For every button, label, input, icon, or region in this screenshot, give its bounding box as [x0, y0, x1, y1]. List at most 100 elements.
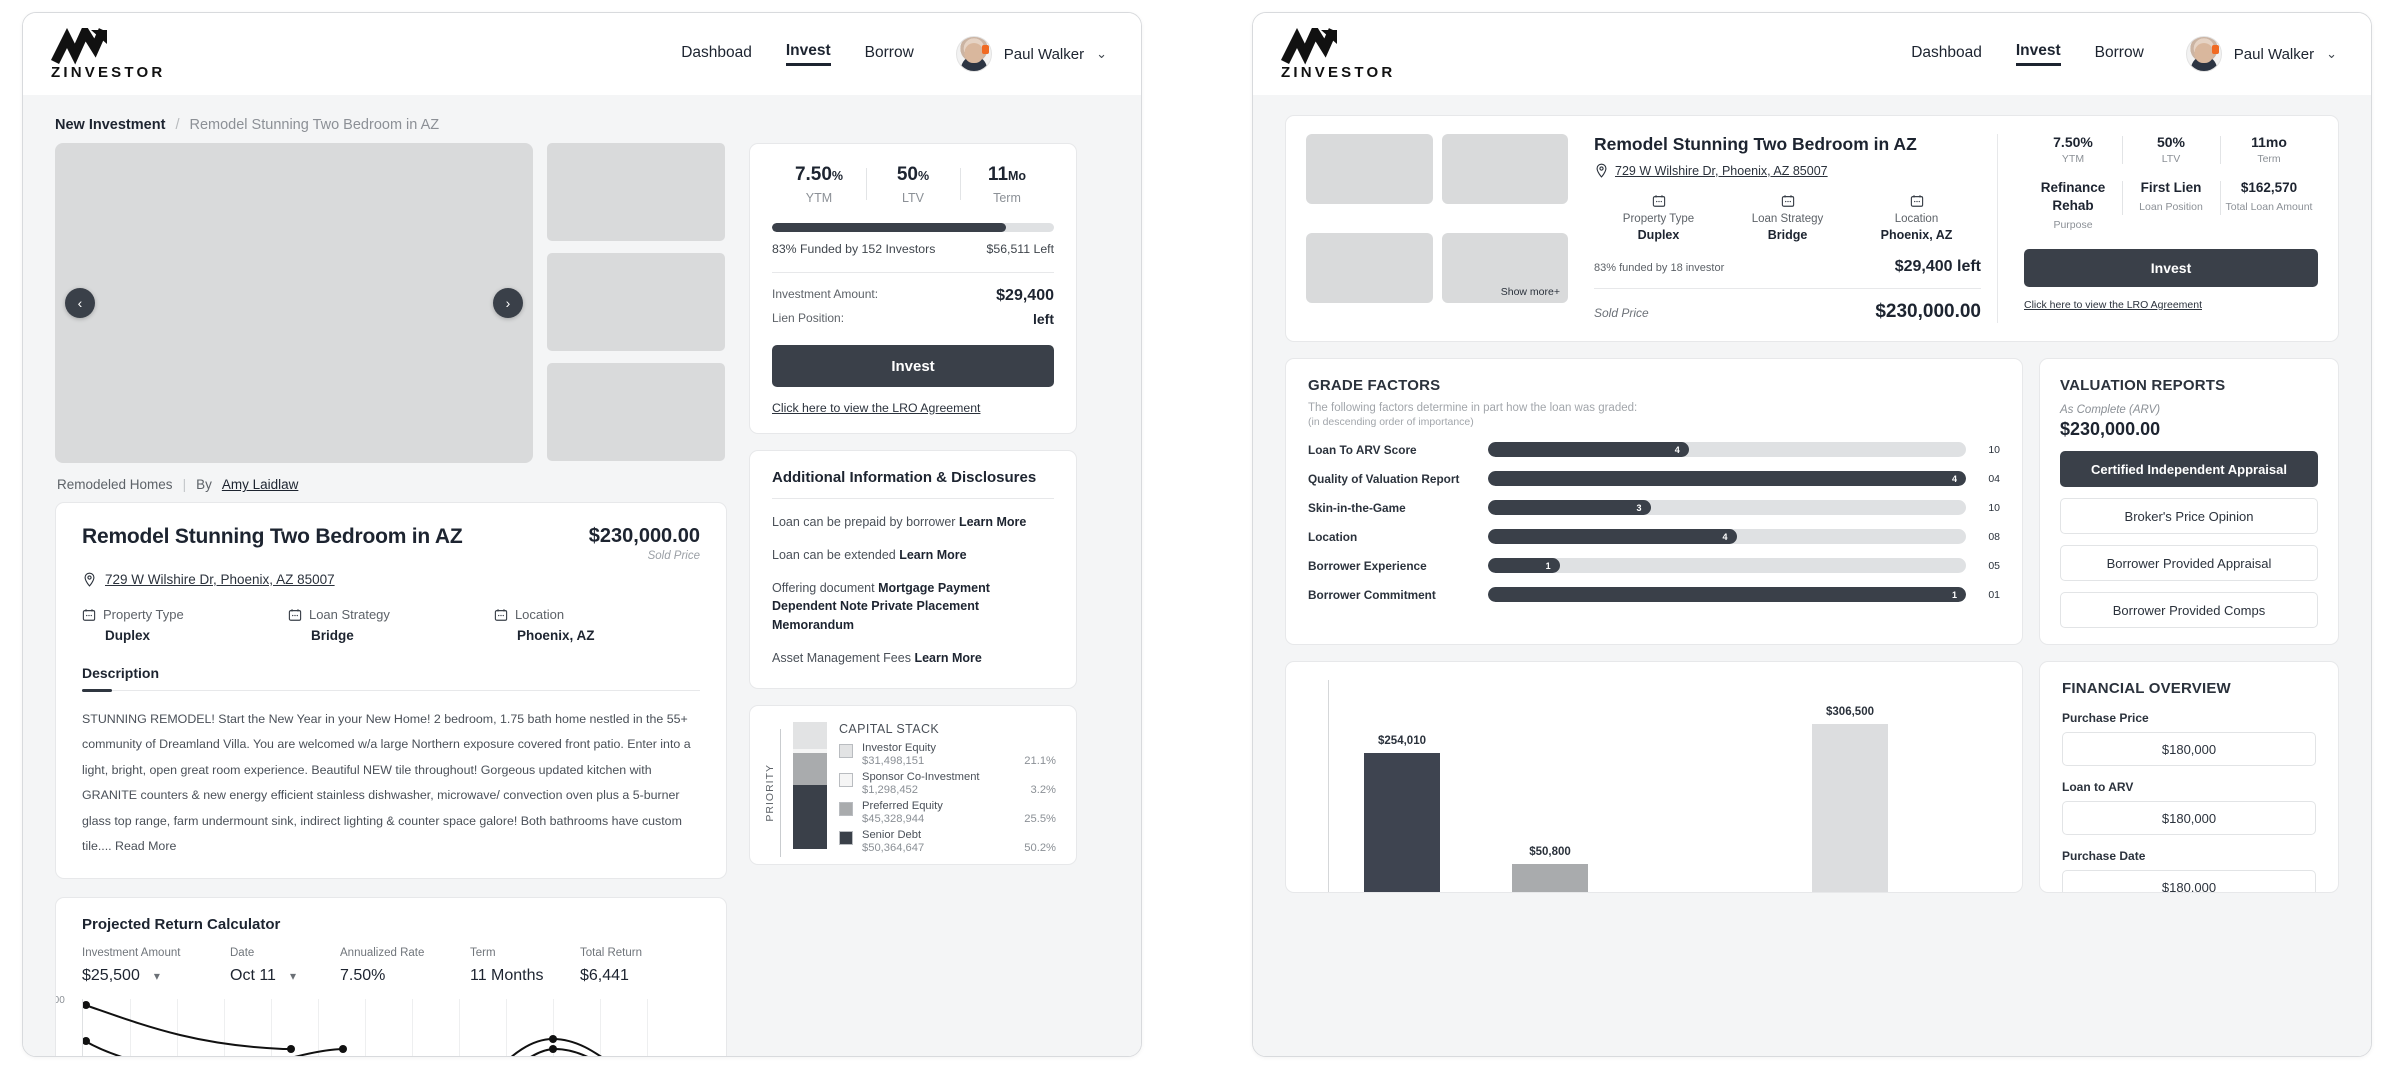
calc-chart-ymax-label: $3000: [56, 994, 65, 1006]
valuation-button-borrower-provided-appraisal[interactable]: Borrower Provided Appraisal: [2060, 545, 2318, 581]
legend-name: Preferred Equity: [862, 799, 943, 812]
bar-label: $254,010: [1378, 735, 1426, 747]
legend-pct: 3.2%: [1030, 783, 1057, 796]
show-more-button[interactable]: Show more+: [1501, 286, 1560, 298]
fact-location: Location Phoenix, AZ: [494, 607, 700, 643]
thumbnail-item[interactable]: [547, 253, 725, 351]
nav-link-dashboard-right[interactable]: Dashboad: [1911, 44, 1982, 65]
amount-left-text-right: $29,400 left: [1894, 258, 1981, 275]
invest-button-right[interactable]: Invest: [2024, 249, 2318, 288]
grade-factors-subtitle: The following factors determine in part …: [1308, 402, 1638, 414]
capital-stack-axis: PRIORITY: [764, 722, 781, 864]
legend-pct: 21.1%: [1024, 754, 1056, 767]
thumbnail-item[interactable]: Show more+: [1441, 233, 1568, 303]
right-window: ZINVESTOR Dashboad Invest Borrow Paul Wa…: [1252, 12, 2372, 1057]
fact-value: Phoenix, AZ: [516, 628, 595, 643]
calc-value-wrap[interactable]: Oct 11 ▾: [230, 967, 340, 985]
nav-link-borrow-left[interactable]: Borrow: [865, 44, 914, 65]
bar-label: $50,800: [1529, 846, 1571, 858]
capital-stack-bar: [793, 721, 827, 850]
fact-value: Phoenix, AZ: [1880, 228, 1953, 242]
right-page-body: Show more+ Remodel Stunning Two Bedroom …: [1253, 95, 2371, 1056]
legend-amount: $31,498,151: [862, 754, 925, 767]
valuation-button-certified-independent-appraisal[interactable]: Certified Independent Appraisal: [2060, 451, 2318, 487]
listing-address-link-right[interactable]: 729 W Wilshire Dr, Phoenix, AZ 85007: [1615, 164, 1828, 178]
chevron-down-icon[interactable]: ⌄: [2326, 46, 2337, 62]
calc-value-wrap[interactable]: $25,500 ▾: [82, 967, 230, 985]
field-value-purchase-date[interactable]: $180,000: [2062, 870, 2316, 892]
calculator-line-chart: [83, 1000, 603, 1056]
grade-factor-row: Location 4 08: [1308, 529, 2000, 544]
page-title: Remodel Stunning Two Bedroom in AZ: [82, 525, 463, 548]
disclosures-title: Additional Information & Disclosures: [772, 469, 1037, 486]
description-text: STUNNING REMODEL! Start the New Year in …: [82, 712, 691, 854]
byline: Remodeled Homes | By Amy Laidlaw: [55, 463, 727, 502]
avatar: [2185, 36, 2222, 72]
breadcrumb-root[interactable]: New Investment: [55, 117, 165, 133]
thumbnail-item[interactable]: [1441, 134, 1568, 204]
nav-link-dashboard-left[interactable]: Dashboad: [681, 44, 752, 65]
legend-name: Sponsor Co-Investment: [862, 770, 980, 783]
thumbnail-item[interactable]: [547, 143, 725, 241]
legend-name: Senior Debt: [862, 828, 922, 841]
grade-factor-name: Loan To ARV Score: [1308, 442, 1417, 457]
hero-image-placeholder[interactable]: ‹ ›: [55, 143, 533, 463]
grade-factor-name: Borrower Experience: [1308, 558, 1427, 573]
disclosure-link[interactable]: Learn More: [899, 548, 966, 562]
valuation-button-brokers-price-opinion[interactable]: Broker's Price Opinion: [2060, 498, 2318, 534]
stat-key: YTM: [805, 191, 833, 205]
byline-author-link[interactable]: Amy Laidlaw: [222, 477, 299, 492]
stat-key: Total Loan Amount: [2225, 201, 2313, 214]
user-menu-left[interactable]: Paul Walker ⌄: [955, 36, 1107, 72]
carousel-next-icon[interactable]: ›: [493, 288, 523, 318]
invest-panel-right: 7.50% YTM 50% LTV 11mo Term Refinance Re…: [2018, 134, 2318, 323]
disclosure-text: Loan can be prepaid by borrower: [772, 515, 959, 529]
bar-item: $254,010: [1364, 735, 1440, 892]
calc-field-annualized-rate: Annualized Rate 7.50%: [340, 947, 470, 985]
nav-links-right: Dashboad Invest Borrow Paul Walker ⌄: [1911, 36, 2337, 72]
nav-link-borrow-right[interactable]: Borrow: [2095, 44, 2144, 65]
grade-factor-score: 4: [1951, 473, 1957, 484]
disclosure-link[interactable]: Learn More: [959, 515, 1026, 529]
stat-key: Term: [993, 191, 1021, 205]
valuation-button-borrower-provided-comps[interactable]: Borrower Provided Comps: [2060, 592, 2318, 628]
stat-total-loan-amount: $162,570 Total Loan Amount: [2220, 179, 2318, 233]
thumbnail-item[interactable]: [547, 363, 725, 461]
valuation-reports-card: VALUATION REPORTS As Complete (ARV) $230…: [2039, 358, 2339, 645]
carousel-prev-icon[interactable]: ‹: [65, 288, 95, 318]
disclosure-text: Offering document: [772, 580, 879, 595]
field-value-loan-to-arv[interactable]: $180,000: [2062, 801, 2316, 835]
stat-unit: %: [918, 169, 930, 183]
grade-factor-row: Quality of Valuation Report 4 04: [1308, 471, 2000, 486]
thumbnail-item[interactable]: [1306, 233, 1433, 303]
legend-amount: $1,298,452: [862, 783, 918, 796]
invest-button-left[interactable]: Invest: [772, 345, 1054, 387]
lien-position-label: Lien Position:: [772, 311, 845, 325]
brand-wordmark-right: ZINVESTOR: [1281, 63, 1396, 81]
nav-link-invest-left[interactable]: Invest: [785, 42, 831, 66]
disclosure-link[interactable]: Learn More: [914, 651, 981, 665]
description-tabs: Description: [82, 665, 700, 692]
disclosure-text: Loan can be extended: [772, 547, 900, 562]
listing-address-right: 729 W Wilshire Dr, Phoenix, AZ 85007: [1594, 163, 1981, 178]
nav-link-invest-right[interactable]: Invest: [2015, 42, 2061, 66]
chevron-down-icon[interactable]: ▾: [290, 969, 296, 983]
user-menu-right[interactable]: Paul Walker ⌄: [2185, 36, 2337, 72]
grade-factors-card: GRADE FACTORS The following factors dete…: [1285, 358, 2023, 645]
field-value-purchase-price[interactable]: $180,000: [2062, 732, 2316, 766]
image-gallery: ‹ ›: [55, 143, 727, 463]
lro-agreement-link-right[interactable]: Click here to view the LRO Agreement: [2024, 299, 2318, 311]
brand-logo-left[interactable]: ZINVESTOR: [51, 27, 165, 81]
divider: [772, 272, 1054, 273]
tab-description[interactable]: Description: [82, 665, 159, 690]
lro-agreement-link-left[interactable]: Click here to view the LRO Agreement: [772, 401, 1054, 415]
chevron-down-icon[interactable]: ▾: [154, 969, 160, 983]
avatar: [955, 36, 992, 72]
chevron-down-icon[interactable]: ⌄: [1096, 46, 1107, 62]
grade-factors-subtitle-2: (in descending order of importance): [1308, 416, 1474, 428]
chart-y-axis: [1328, 680, 1329, 892]
listing-address-link[interactable]: 729 W Wilshire Dr, Phoenix, AZ 85007: [105, 572, 335, 587]
thumbnail-item[interactable]: [1306, 134, 1433, 204]
calendar-icon: [1781, 195, 1794, 207]
brand-logo-right[interactable]: ZINVESTOR: [1281, 27, 1396, 81]
